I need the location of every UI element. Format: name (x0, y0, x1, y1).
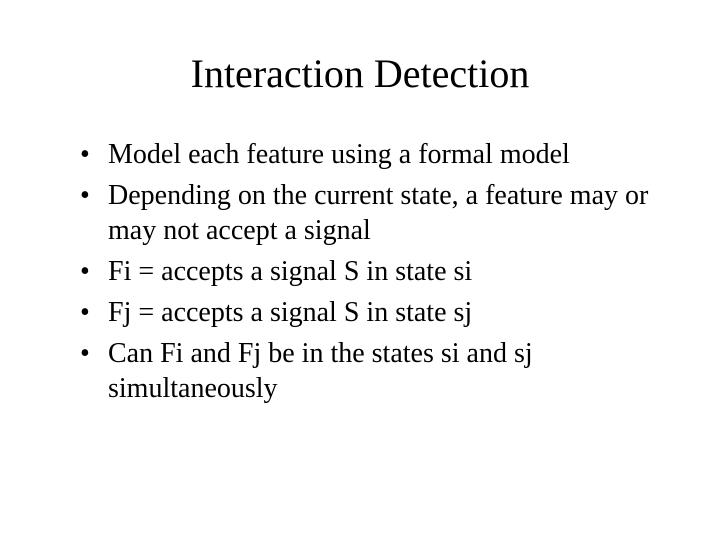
list-item: Fi = accepts a signal S in state si (80, 254, 660, 289)
slide-title: Interaction Detection (60, 50, 660, 97)
list-item: Model each feature using a formal model (80, 137, 660, 172)
bullet-list: Model each feature using a formal model … (80, 137, 660, 406)
list-item: Depending on the current state, a featur… (80, 178, 660, 248)
slide: Interaction Detection Model each feature… (0, 0, 720, 540)
list-item: Fj = accepts a signal S in state sj (80, 295, 660, 330)
list-item: Can Fi and Fj be in the states si and sj… (80, 336, 660, 406)
